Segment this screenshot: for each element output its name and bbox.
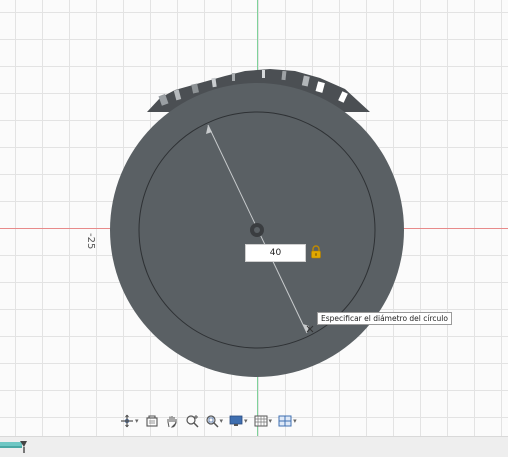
zoom-window-icon: [205, 415, 219, 428]
grid-settings-button[interactable]: ▾: [252, 411, 275, 431]
grid-settings-icon: [254, 415, 268, 427]
navigation-toolbar: ▾ ▾ ▾ ▾ ▾: [118, 410, 299, 432]
sketch-scene: [110, 69, 404, 377]
zoom-icon: [185, 415, 199, 428]
tooltip: Especificar el diámetro del círculo: [317, 312, 452, 325]
viewports-icon: [278, 415, 292, 427]
zoom-dropdown-icon[interactable]: ▾: [220, 417, 224, 425]
display-dropdown-icon[interactable]: ▾: [244, 417, 248, 425]
pan-hand-icon: [167, 416, 177, 428]
look-at-icon: [145, 415, 158, 427]
axis-tick-label: -25: [85, 233, 96, 250]
zoom-window-button[interactable]: ▾: [203, 411, 226, 431]
pan-button[interactable]: [163, 411, 181, 431]
orbit-button[interactable]: ▾: [118, 411, 141, 431]
lock-icon[interactable]: [310, 245, 322, 259]
look-at-button[interactable]: [143, 411, 161, 431]
viewports-button[interactable]: ▾: [276, 411, 299, 431]
grid-dropdown-icon[interactable]: ▾: [269, 417, 273, 425]
viewports-dropdown-icon[interactable]: ▾: [293, 417, 297, 425]
orbit-dropdown-icon[interactable]: ▾: [135, 417, 139, 425]
status-bar: [0, 436, 508, 457]
ground-plane-icon[interactable]: [0, 439, 28, 456]
zoom-button[interactable]: [183, 411, 201, 431]
orbit-icon: [121, 414, 133, 428]
canvas-viewport[interactable]: 40 -25 Especificar el diámetro del círcu…: [0, 0, 508, 436]
display-settings-icon: [229, 415, 243, 426]
diameter-input[interactable]: 40: [245, 244, 306, 262]
display-settings-button[interactable]: ▾: [227, 411, 250, 431]
